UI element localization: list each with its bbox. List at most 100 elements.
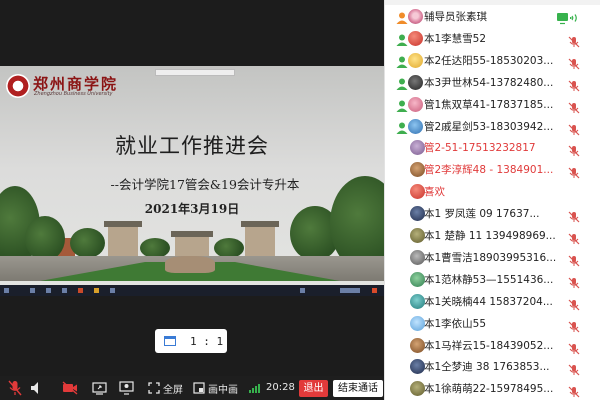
taskbar-icon — [94, 288, 99, 293]
participant-name: 本1仝梦迪 38 1763853... — [424, 361, 550, 374]
avatar — [408, 96, 423, 112]
tree — [140, 238, 170, 258]
participants-button[interactable] — [119, 376, 134, 400]
participant-row[interactable]: 本3尹世林54-13782480... — [385, 72, 600, 94]
avatar — [408, 118, 423, 134]
participant-row[interactable]: 管2李淳辉48 - 1384901... — [385, 159, 600, 181]
participant-name: 本1关晓楠44 15837204... — [424, 295, 553, 308]
tree — [25, 216, 65, 261]
screen-share-speaking-icon — [556, 10, 582, 25]
end-call-button[interactable]: 结束通话 — [333, 380, 383, 397]
participant-row[interactable]: 管1焦双草41-17837185... — [385, 94, 600, 116]
participant-row[interactable]: 本1仝梦迪 38 1763853... — [385, 356, 600, 378]
mic-muted-icon[interactable] — [568, 361, 580, 376]
mic-muted-icon[interactable] — [568, 142, 580, 157]
share-screen-button[interactable] — [92, 376, 107, 400]
mic-muted-icon[interactable] — [568, 340, 580, 354]
tree — [214, 238, 244, 258]
participant-name: 管2李淳辉48 - 1384901... — [424, 164, 554, 177]
participant-name: 管2戚星剑53-18303942... — [424, 120, 554, 133]
video-stage[interactable]: 郑州商学院 Zhengzhou Business University 就业工作… — [0, 0, 384, 400]
shared-taskbar — [0, 285, 384, 296]
participant-name: 本1马祥云15-18439052... — [424, 339, 554, 352]
campus-building — [175, 236, 209, 256]
mic-muted-icon[interactable] — [568, 99, 580, 114]
building-roof — [241, 221, 279, 227]
participant-row[interactable]: 本1李依山55 — [385, 313, 600, 335]
participant-name: 管2-51-17513232817 — [424, 142, 536, 155]
mic-muted-icon[interactable] — [568, 164, 580, 179]
participant-row[interactable]: 管2戚星剑53-18303942... — [385, 116, 600, 138]
mic-muted-icon[interactable] — [568, 252, 580, 267]
participant-row[interactable]: 本2任达阳55-18530203... — [385, 50, 600, 72]
participant-row[interactable]: 本1范林静53—1551436... — [385, 269, 600, 291]
taskbar-icon — [30, 288, 35, 293]
mic-muted-icon[interactable] — [568, 208, 580, 223]
mic-muted-icon[interactable] — [568, 121, 580, 135]
user-icon — [395, 98, 409, 112]
avatar — [410, 293, 425, 309]
mic-muted-icon[interactable] — [568, 55, 580, 70]
fullscreen-button[interactable]: 全屏 — [148, 376, 183, 400]
campus-building — [108, 226, 138, 256]
meeting-window: 郑州商学院 Zhengzhou Business University 就业工作… — [0, 0, 600, 400]
mic-muted-icon[interactable] — [568, 230, 580, 245]
mic-toggle-button[interactable] — [8, 376, 22, 400]
campus-building — [245, 226, 275, 256]
participant-row[interactable]: 本1李慧雪52 — [385, 28, 600, 50]
call-duration: 20:28 — [266, 382, 295, 393]
participant-row[interactable]: 喜欢 — [385, 181, 600, 203]
control-bar: 全屏 画中画 20:28 退出 结束通话 — [0, 376, 384, 400]
participant-name: 本1徐萌萌22-15978495... — [424, 383, 554, 396]
participant-row[interactable]: 本1关晓楠44 15837204... — [385, 291, 600, 313]
shared-screen-slide[interactable]: 郑州商学院 Zhengzhou Business University 就业工作… — [0, 66, 384, 296]
participant-row[interactable]: 本1 楚静 11 139498969... — [385, 225, 600, 247]
taskbar-clock — [340, 288, 360, 293]
taskbar-icon — [62, 288, 67, 293]
participant-row[interactable]: 管2-51-17513232817 — [385, 137, 600, 159]
mic-muted-icon[interactable] — [568, 296, 580, 311]
speaker-button[interactable] — [30, 376, 42, 400]
participant-name: 本3尹世林54-13782480... — [424, 76, 554, 89]
avatar — [410, 359, 425, 375]
building-roof — [104, 221, 142, 227]
participant-name: 本1 罗凤莲 09 17637... — [424, 208, 540, 221]
avatar — [408, 30, 423, 46]
mic-muted-icon[interactable] — [568, 274, 580, 289]
slide-subtitle: --会计学院17管会&19会计专升本 — [110, 177, 300, 192]
picture-in-picture-label: 画中画 — [208, 384, 238, 396]
presenter-banner — [155, 69, 235, 76]
participant-row[interactable]: 本1曹雪洁18903995316... — [385, 247, 600, 269]
participant-name: 本1李慧雪52 — [424, 32, 487, 45]
mic-muted-icon[interactable] — [568, 77, 580, 92]
participant-name: 本1范林静53—1551436... — [424, 273, 554, 286]
campus-stone — [165, 256, 215, 273]
avatar — [410, 162, 425, 178]
avatar — [410, 271, 425, 287]
participant-list[interactable]: 辅导员张素琪本1李慧雪52 本2任达阳55-18530203... 本3尹世林54-… — [384, 0, 600, 400]
participant-row[interactable]: 本1 罗凤莲 09 17637... — [385, 203, 600, 225]
user-icon — [395, 54, 409, 68]
mic-muted-icon — [8, 380, 22, 396]
aspect-ratio-label: 1 : 1 — [190, 334, 224, 348]
picture-in-picture-button[interactable]: 画中画 — [193, 376, 238, 400]
picture-in-picture-icon — [193, 382, 205, 394]
window-icon — [164, 336, 176, 346]
participant-name: 本1李依山55 — [424, 317, 487, 330]
tree — [70, 228, 105, 258]
university-logo-icon — [6, 74, 30, 98]
mic-muted-icon[interactable] — [568, 383, 580, 398]
participant-row[interactable]: 本1马祥云15-18439052... — [385, 335, 600, 357]
camera-toggle-button[interactable] — [62, 376, 78, 400]
taskbar-icon — [78, 288, 83, 293]
participant-row[interactable]: 本1徐萌萌22-15978495... — [385, 378, 600, 400]
participant-name: 本1曹雪洁18903995316... — [424, 251, 557, 264]
aspect-ratio-button[interactable]: 1 : 1 — [155, 329, 227, 353]
mic-muted-icon[interactable] — [568, 318, 580, 333]
fullscreen-label: 全屏 — [163, 384, 183, 396]
camera-off-icon — [62, 381, 78, 395]
exit-button[interactable]: 退出 — [299, 380, 328, 397]
avatar — [410, 228, 425, 243]
participant-row[interactable]: 辅导员张素琪 — [385, 6, 600, 28]
mic-muted-icon[interactable] — [568, 33, 580, 48]
